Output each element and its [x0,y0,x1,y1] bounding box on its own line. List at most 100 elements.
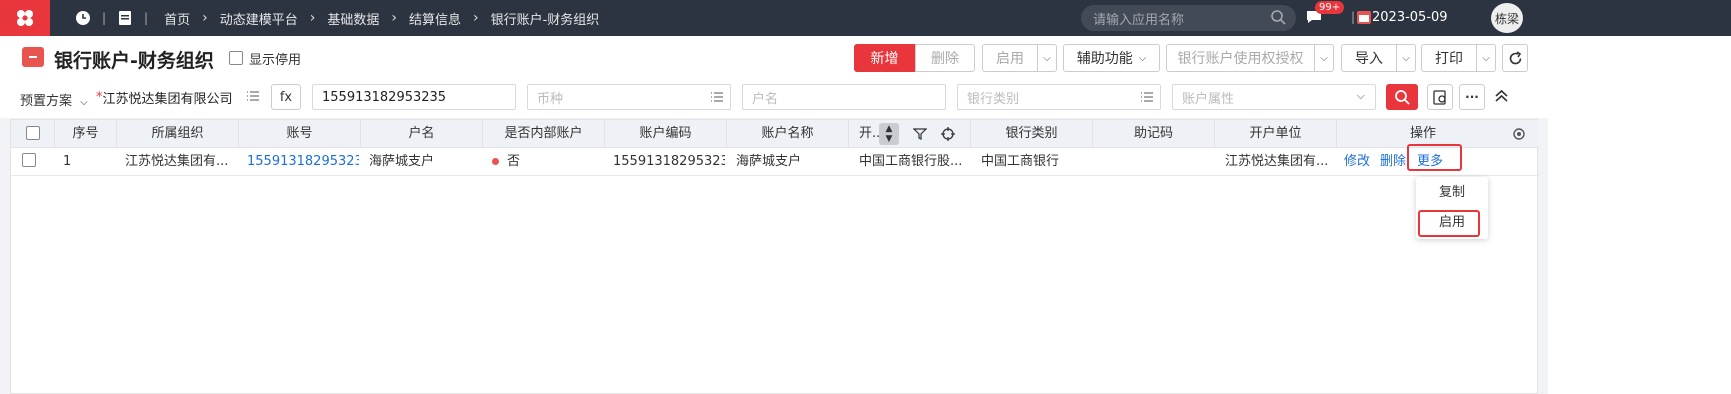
column-header-org[interactable]: 所属组织 [117,120,239,148]
sort-icon[interactable]: ▲ ▼ [879,123,899,145]
separator: | [144,11,149,25]
breadcrumb-base-data[interactable]: 基础数据 [327,9,379,28]
search-icon[interactable] [1271,10,1286,25]
column-settings-icon[interactable] [1512,127,1527,141]
separator: | [1351,10,1356,24]
show-disabled-label: 显示停用 [249,53,302,68]
org-filter-value: 江苏悦达集团有限公司 [102,91,233,107]
column-header-open-bank[interactable]: 开... ▲ ▼ [849,120,971,148]
notification-badge: 99+ [1315,1,1345,14]
cell-internal: 否 [492,148,602,176]
enable-dropdown-button[interactable]: ⌵ [1037,44,1057,72]
authorize-button[interactable]: 银行账户使用权授权 [1166,44,1315,72]
currency-placeholder: 币种 [537,91,564,107]
advanced-query-button[interactable] [1427,84,1453,110]
breadcrumb-modeling-platform[interactable]: 动态建模平台 [220,9,298,28]
chevron-down-icon: ⌵ [1482,52,1490,64]
cell-code: 155913182953235 [613,154,725,169]
preset-scheme-selector[interactable]: 预置方案 ⌵ [20,90,88,109]
assist-functions-label: 辅助功能 [1076,51,1133,67]
status-dot-icon [492,158,499,165]
list-icon[interactable] [1140,90,1154,104]
list-icon[interactable] [710,90,724,104]
refresh-icon [1509,50,1521,64]
column-header-bank-type[interactable]: 银行类别 [971,120,1093,148]
table-row[interactable]: 1 江苏悦达集团有... 155913182953235 海萨城支户 否 155… [11,148,1539,176]
bank-type-placeholder: 银行类别 [967,91,1020,107]
select-all-checkbox[interactable] [26,126,40,140]
query-settings-icon [1432,89,1446,105]
user-avatar[interactable]: 栋梁 [1491,3,1523,33]
row-select-checkbox[interactable] [22,153,36,167]
chevron-right-icon: › [391,10,397,26]
cell-name: 海萨城支户 [736,154,802,169]
column-header-index: 序号 [55,120,117,148]
column-header-holder[interactable]: 户名 [361,120,483,148]
breadcrumb-home[interactable]: 首页 [164,9,190,28]
page-header: 银行账户-财务组织 显示停用 新增 删除 启用 ⌵ 辅助功能 ⌵ 银行账户使用权… [0,36,1548,78]
list-icon[interactable] [246,89,260,103]
filter-bar: 预置方案 ⌵ * 江苏悦达集团有限公司 fx 155913182953235 币… [0,78,1548,118]
cell-open-bank: 中国工商银行股... [859,154,963,169]
menu-item-copy[interactable]: 复制 [1416,180,1488,206]
search-button[interactable] [1386,84,1418,110]
print-dropdown-button[interactable]: ⌵ [1476,44,1496,72]
app-logo[interactable] [0,0,50,36]
history-clock-icon[interactable] [74,9,92,27]
assist-functions-button[interactable]: 辅助功能 ⌵ [1063,44,1160,72]
ellipsis-icon: ··· [1465,90,1479,104]
chevron-right-icon: › [202,10,208,26]
breadcrumb-settlement-info[interactable]: 结算信息 [409,9,461,28]
cell-account-link[interactable]: 155913182953235 [247,148,359,176]
currency-filter-field[interactable]: 币种 [527,84,731,110]
add-button[interactable]: 新增 [854,44,915,72]
formula-button[interactable]: fx [271,84,301,110]
column-header-account[interactable]: 账号 [239,120,361,148]
enable-button[interactable]: 启用 [982,44,1038,72]
right-blank-panel [1548,36,1731,394]
column-header-code[interactable]: 账户编码 [605,120,727,148]
column-header-open-unit[interactable]: 开户单位 [1215,120,1337,148]
double-chevron-up-icon [1495,89,1508,102]
breadcrumb-current-page[interactable]: 银行账户-财务组织 [491,9,600,28]
account-name-filter-input[interactable]: 户名 [742,84,946,110]
delete-button[interactable]: 删除 [915,44,975,72]
account-filter-input[interactable]: 155913182953235 [312,84,516,110]
date-display: 2023-05-09 [1356,9,1448,25]
document-icon[interactable] [116,9,134,27]
import-button[interactable]: 导入 [1341,44,1397,72]
search-icon [1394,89,1410,105]
show-disabled-checkbox[interactable] [229,51,243,65]
more-options-button[interactable]: ··· [1459,84,1485,110]
chevron-down-icon: ⌵ [1356,89,1365,102]
chevron-down-icon: ⌵ [80,97,88,108]
authorize-dropdown-button[interactable]: ⌵ [1314,44,1334,72]
print-button[interactable]: 打印 [1421,44,1477,72]
bank-type-filter-field[interactable]: 银行类别 [957,84,1161,110]
column-header-mnemonic[interactable]: 助记码 [1093,120,1215,148]
pin-column-icon[interactable] [941,127,955,141]
refresh-button[interactable] [1502,44,1528,72]
bank-account-table: 序号 所属组织 账号 户名 是否内部账户 账户编码 账户名称 开... ▲ ▼ 银… [10,119,1539,394]
row-edit-link[interactable]: 修改 [1344,148,1374,176]
chevron-down-icon: ⌵ [1320,52,1328,64]
search-placeholder: 请输入应用名称 [1093,12,1185,28]
app-search-input[interactable]: 请输入应用名称 [1081,5,1296,31]
cell-org: 江苏悦达集团有... [125,154,229,169]
column-header-internal[interactable]: 是否内部账户 [483,120,605,148]
account-attribute-placeholder: 账户属性 [1182,91,1235,107]
import-dropdown-button[interactable]: ⌵ [1396,44,1416,72]
separator: | [102,11,107,25]
org-filter-field[interactable]: * 江苏悦达集团有限公司 [96,84,266,110]
account-attribute-select[interactable]: 账户属性 ⌵ [1172,84,1376,110]
filter-icon[interactable] [913,127,927,141]
highlight-more-box [1407,144,1462,171]
column-header-name[interactable]: 账户名称 [727,120,849,148]
row-delete-link[interactable]: 删除 [1380,148,1410,176]
folder-icon [22,47,44,67]
select-all-cell [11,120,55,148]
collapse-filters-button[interactable] [1494,88,1509,107]
chevron-down-icon: ⌵ [1043,52,1051,64]
flower-logo-icon [17,10,33,26]
cell-index: 1 [63,154,72,169]
